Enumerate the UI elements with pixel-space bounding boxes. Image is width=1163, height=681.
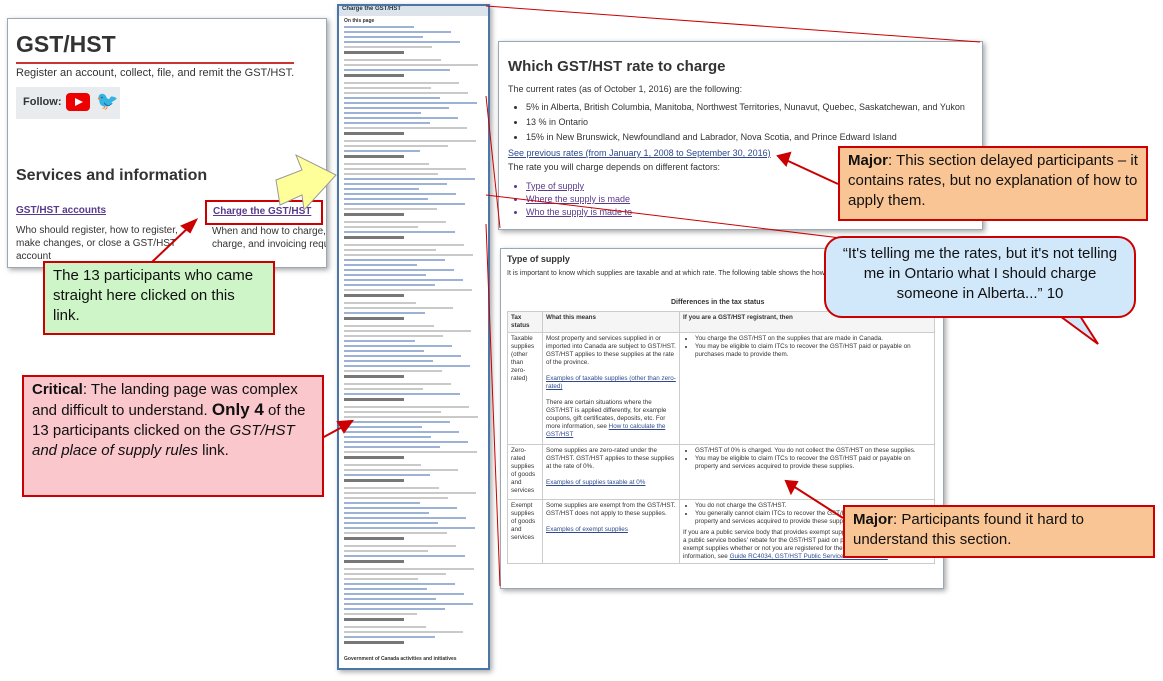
arrow-to-table-row (792, 485, 844, 519)
critical-callout: Critical: The landing page was complex a… (22, 375, 324, 497)
zoom-connector-line (485, 223, 501, 587)
arrowhead-icon (180, 218, 199, 234)
participant-quote-bubble: “It's telling me the rates, but it's not… (824, 236, 1136, 318)
zoom-connector-line (485, 5, 981, 43)
annotation-overlay (151, 5, 1099, 587)
yellow-arrow-icon (275, 153, 337, 212)
zoom-connector-line (485, 95, 501, 229)
arrowhead-icon (336, 419, 355, 434)
major-rates-callout: Major: This section delayed participants… (838, 146, 1148, 221)
participants-callout: The 13 participants who came straight he… (43, 261, 275, 335)
arrowhead-icon (776, 151, 792, 167)
major-section-callout: Major: Participants found it hard to und… (843, 505, 1155, 558)
arrow-to-previous-rates (785, 159, 839, 185)
arrowhead-icon (784, 479, 799, 496)
arrow-to-charge-link (151, 225, 191, 263)
speech-bubble-tail (1056, 315, 1099, 345)
